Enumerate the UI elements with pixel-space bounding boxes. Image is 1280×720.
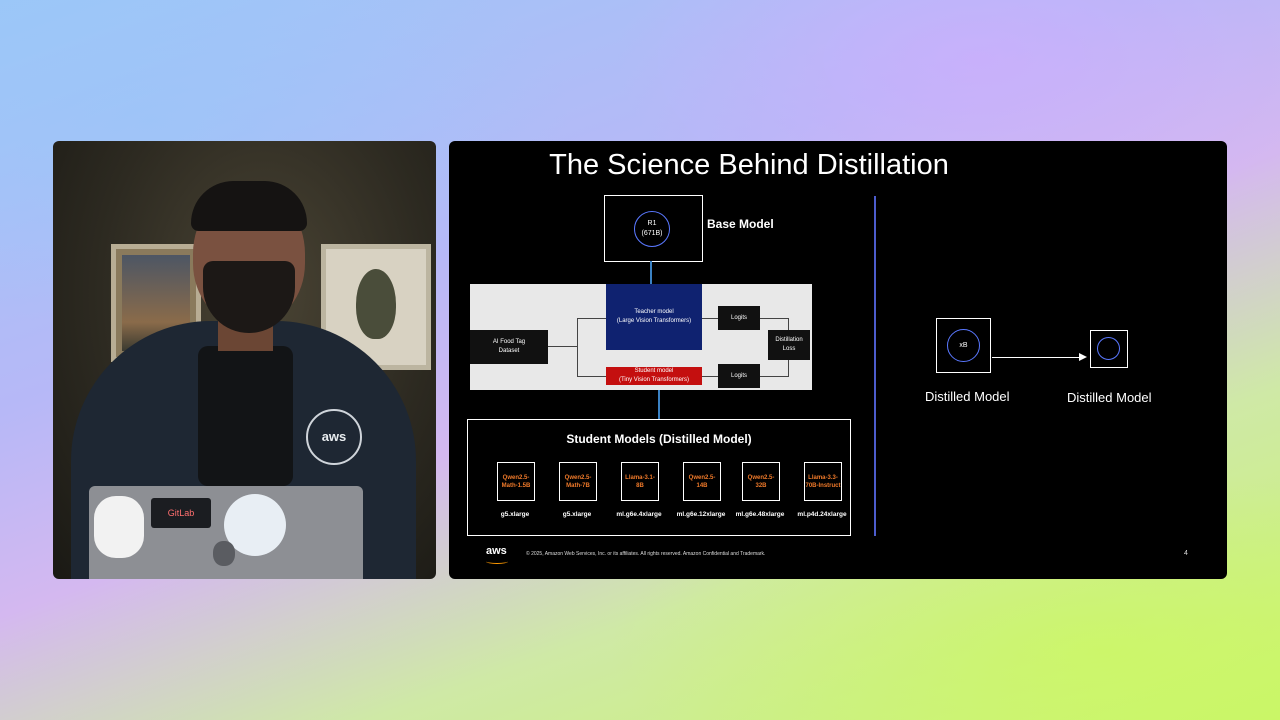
- aws-logo: aws: [486, 545, 507, 557]
- presentation-slide: The Science Behind Distillation R1 (671B…: [449, 141, 1227, 579]
- model-card: Llama-3.1-8B: [621, 462, 659, 501]
- distilled-model-label-right: Distilled Model: [1067, 390, 1152, 405]
- arrow-up: [658, 390, 660, 419]
- aws-chest-logo: aws: [306, 409, 362, 465]
- octocat-sticker: [94, 496, 144, 558]
- gitlab-sticker: GitLab: [151, 498, 211, 528]
- base-model-label: Base Model: [707, 217, 774, 231]
- dataset-box: AI Food Tag Dataset: [470, 330, 548, 364]
- distillation-diagram: AI Food Tag Dataset Teacher model (Large…: [470, 284, 812, 390]
- model-card: Qwen2.5-Math-7B: [559, 462, 597, 501]
- student-models-title: Student Models (Distilled Model): [566, 432, 752, 446]
- student-model-box: Student model (Tiny Vision Transformers): [606, 367, 702, 385]
- teacher-logits-box: Logits: [718, 306, 760, 330]
- copyright-text: © 2025, Amazon Web Services, Inc. or its…: [526, 551, 766, 557]
- model-card: Llama-3.3-70B-Instruct: [804, 462, 842, 501]
- small-model-circle: [1097, 337, 1120, 360]
- distilled-model-label-left: Distilled Model: [925, 389, 1010, 404]
- model-card: Qwen2.5-Math-1.5B: [497, 462, 535, 501]
- speaker-video: aws GitLab: [53, 141, 436, 579]
- distilled-model-circle: xB: [947, 329, 980, 362]
- arrow-right-head: [1079, 353, 1087, 361]
- teacher-model-box: Teacher model (Large Vision Transformers…: [606, 284, 702, 350]
- vertical-divider: [874, 196, 876, 536]
- base-model-circle: R1 (671B): [634, 211, 670, 247]
- student-models-panel: Student Models (Distilled Model) Qwen2.5…: [467, 419, 851, 536]
- speaker-shirt: [198, 346, 293, 486]
- page-number: 4: [1184, 550, 1188, 557]
- laptop: GitLab: [89, 486, 363, 579]
- instance-label: ml.p4d.24xlarge: [797, 511, 847, 518]
- apple-logo-icon: [213, 541, 235, 566]
- arrow-down: [650, 261, 652, 284]
- student-logits-box: Logits: [718, 364, 760, 388]
- aws-smile-icon: [486, 559, 508, 564]
- slide-title: The Science Behind Distillation: [549, 149, 949, 181]
- model-card: Qwen2.5-14B: [683, 462, 721, 501]
- model-card: Qwen2.5-32B: [742, 462, 780, 501]
- arrow-right: [992, 357, 1082, 358]
- distillation-loss-box: Distillation Loss: [768, 330, 810, 360]
